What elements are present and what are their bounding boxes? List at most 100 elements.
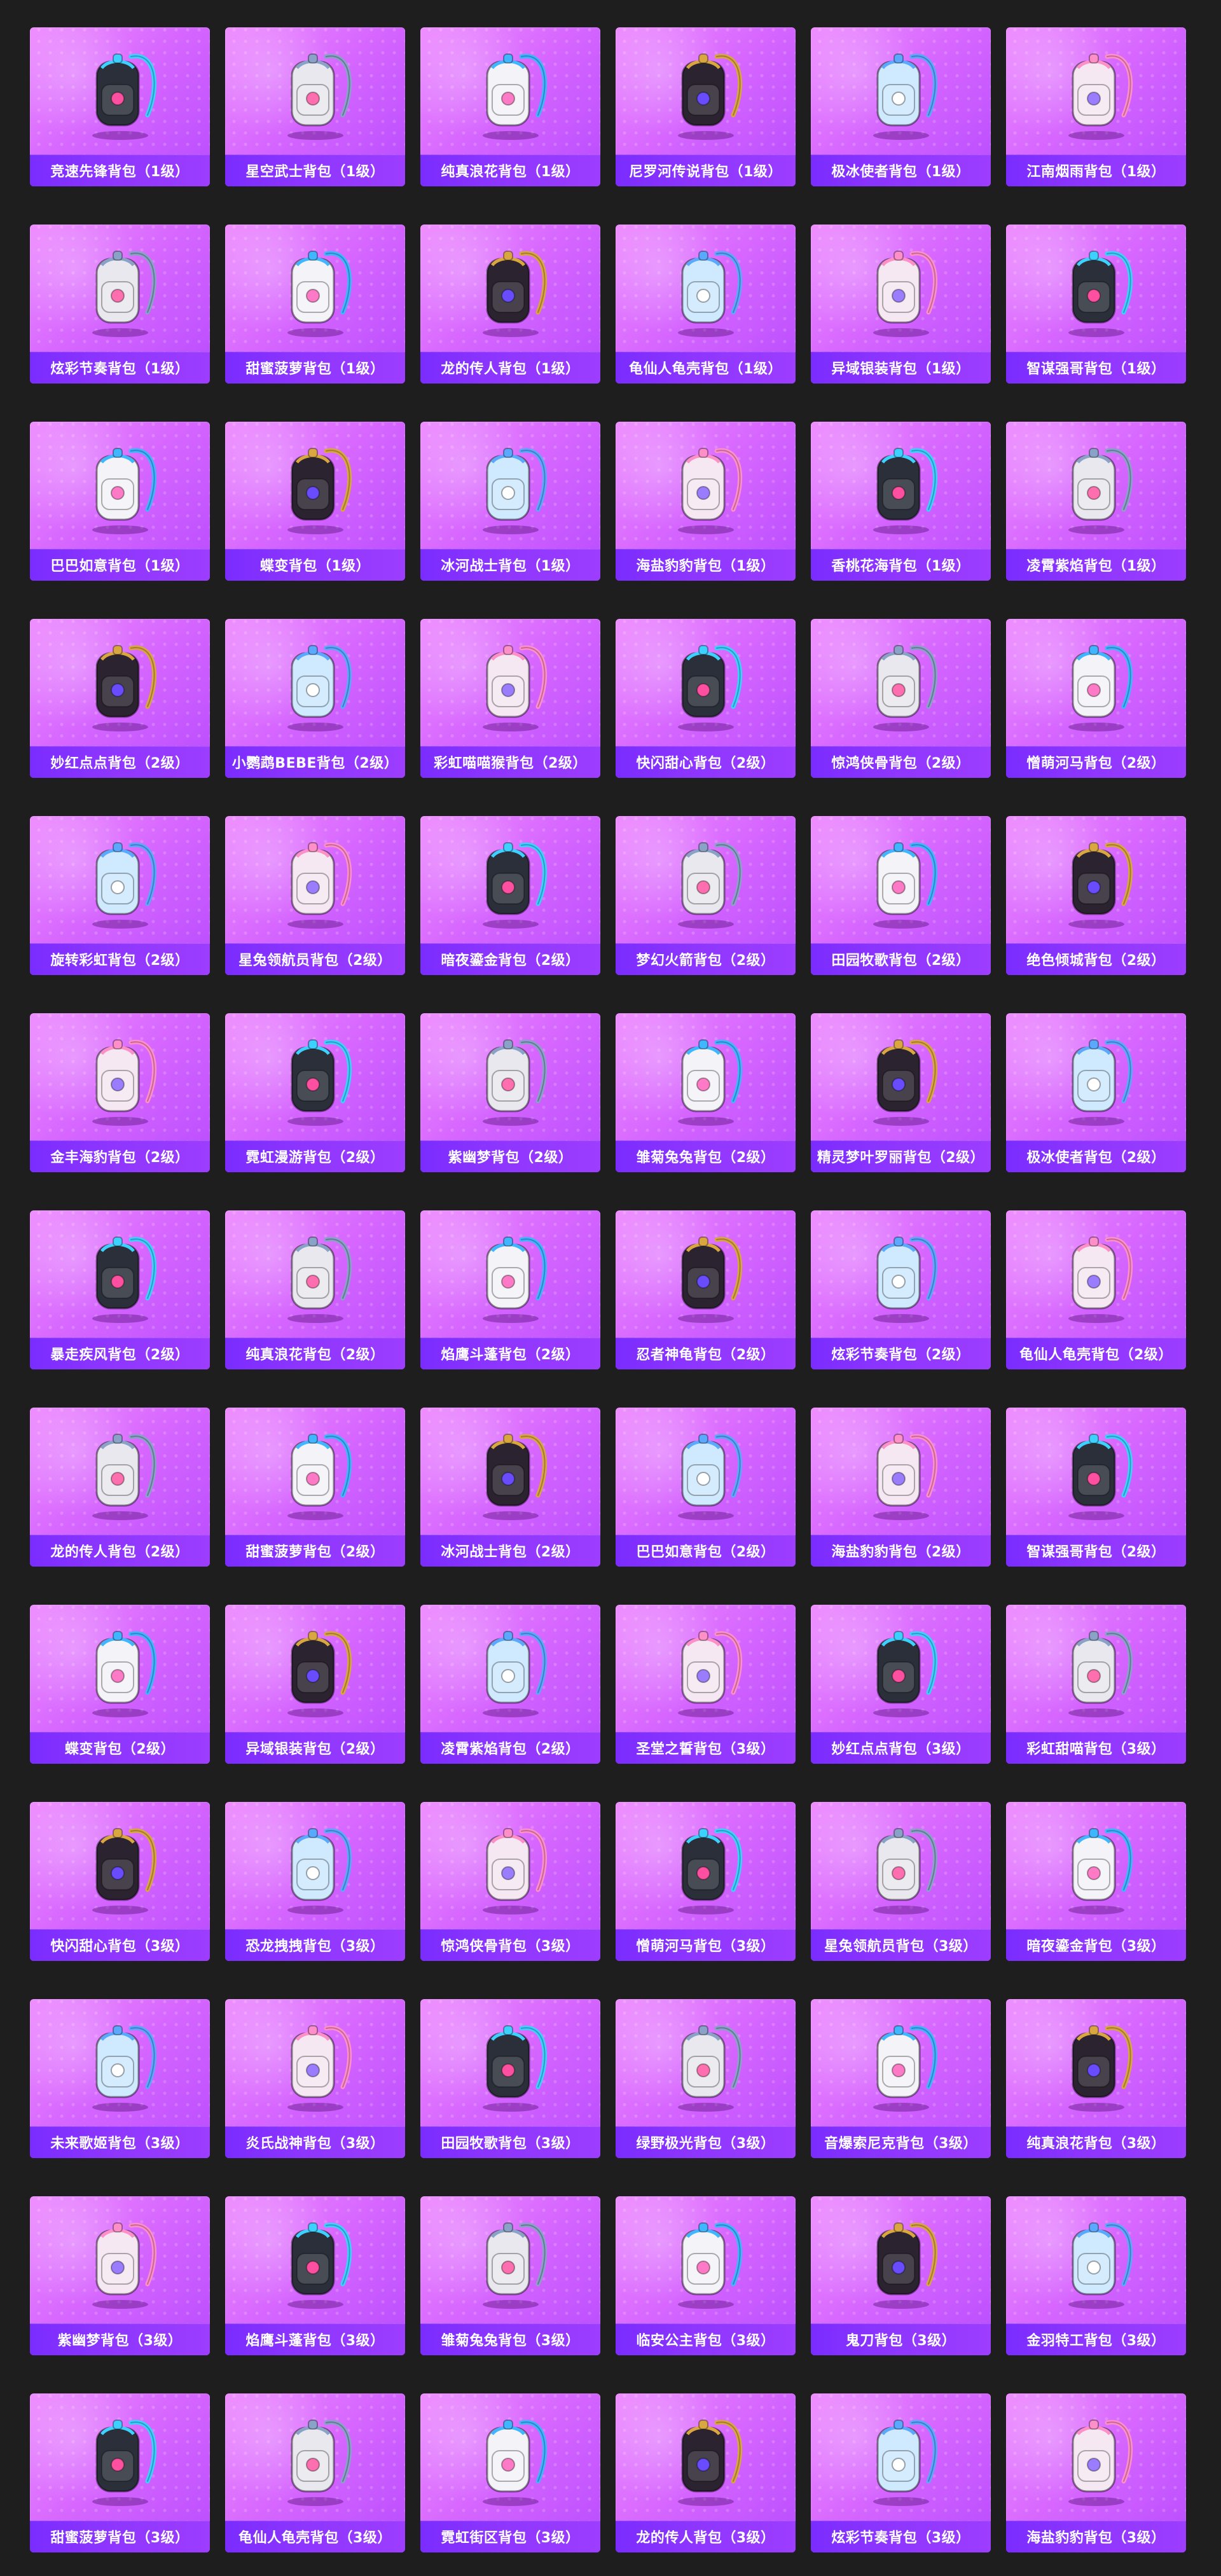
item-label-bar: 炫彩节奏背包（2级）	[811, 1338, 991, 1369]
backpack-card[interactable]: 雏菊兔兔背包（2级）	[616, 1013, 796, 1172]
backpack-card[interactable]: 极冰使者背包（1级）	[811, 27, 991, 186]
backpack-card[interactable]: 凌霄紫焰背包（2级）	[420, 1605, 600, 1764]
backpack-card[interactable]: 焰鹰斗蓬背包（3级）	[225, 2196, 405, 2355]
backpack-card[interactable]: 音爆索尼克背包（3级）	[811, 1999, 991, 2158]
backpack-card[interactable]: 龟仙人龟壳背包（1级）	[616, 225, 796, 384]
backpack-icon	[811, 1999, 991, 2126]
backpack-icon	[616, 422, 796, 549]
backpack-card[interactable]: 极冰使者背包（2级）	[1006, 1013, 1186, 1172]
item-label-bar: 纯真浪花背包（2级）	[225, 1338, 405, 1369]
backpack-card[interactable]: 快闪甜心背包（2级）	[616, 619, 796, 778]
backpack-card[interactable]: 星兔领航员背包（3级）	[811, 1802, 991, 1961]
backpack-card[interactable]: 海盐豹豹背包（1级）	[616, 422, 796, 581]
backpack-card[interactable]: 焰鹰斗蓬背包（2级）	[420, 1210, 600, 1369]
backpack-card[interactable]: 巴巴如意背包（1级）	[30, 422, 210, 581]
backpack-card[interactable]: 霓虹漫游背包（2级）	[225, 1013, 405, 1172]
item-label-bar: 恐龙拽拽背包（3级）	[225, 1929, 405, 1961]
backpack-card[interactable]: 智谋强哥背包（2级）	[1006, 1408, 1186, 1567]
backpack-card[interactable]: 龙的传人背包（3级）	[616, 2393, 796, 2552]
backpack-card[interactable]: 金丰海豹背包（2级）	[30, 1013, 210, 1172]
backpack-card[interactable]: 炫彩节奏背包（2级）	[811, 1210, 991, 1369]
backpack-card[interactable]: 竞速先锋背包（1级）	[30, 27, 210, 186]
backpack-card[interactable]: 雏菊兔兔背包（3级）	[420, 2196, 600, 2355]
backpack-card[interactable]: 蝶变背包（1级）	[225, 422, 405, 581]
backpack-card[interactable]: 炫彩节奏背包（3级）	[811, 2393, 991, 2552]
backpack-card[interactable]: 精灵梦叶罗丽背包（2级）	[811, 1013, 991, 1172]
backpack-card[interactable]: 巴巴如意背包（2级）	[616, 1408, 796, 1567]
item-label-bar: 蝶变背包（1级）	[225, 549, 405, 581]
backpack-card[interactable]: 暗夜鎏金背包（2级）	[420, 816, 600, 975]
item-name: 精灵梦叶罗丽背包（2级）	[817, 1150, 985, 1166]
backpack-card[interactable]: 妙红点点背包（3级）	[811, 1605, 991, 1764]
backpack-card[interactable]: 尼罗河传说背包（1级）	[616, 27, 796, 186]
backpack-card[interactable]: 江南烟雨背包（1级）	[1006, 27, 1186, 186]
backpack-card[interactable]: 紫幽梦背包（2级）	[420, 1013, 600, 1172]
backpack-card[interactable]: 异域银装背包（1级）	[811, 225, 991, 384]
backpack-icon	[1006, 619, 1186, 746]
item-name: 冰河战士背包（1级）	[441, 558, 580, 574]
backpack-card[interactable]: 临安公主背包（3级）	[616, 2196, 796, 2355]
item-label-bar: 纯真浪花背包（1级）	[420, 155, 600, 186]
backpack-card[interactable]: 暴走疾风背包（2级）	[30, 1210, 210, 1369]
backpack-card[interactable]: 龟仙人龟壳背包（3级）	[225, 2393, 405, 2552]
backpack-card[interactable]: 甜蜜菠萝背包（1级）	[225, 225, 405, 384]
backpack-card[interactable]: 憎萌河马背包（3级）	[616, 1802, 796, 1961]
backpack-card[interactable]: 小鹦鹉BEBE背包（2级）	[225, 619, 405, 778]
backpack-card[interactable]: 惊鸿侠骨背包（3级）	[420, 1802, 600, 1961]
backpack-card[interactable]: 龟仙人龟壳背包（2级）	[1006, 1210, 1186, 1369]
backpack-card[interactable]: 惊鸿侠骨背包（2级）	[811, 619, 991, 778]
backpack-card[interactable]: 圣堂之誓背包（3级）	[616, 1605, 796, 1764]
item-label-bar: 龙的传人背包（1级）	[420, 352, 600, 384]
backpack-card[interactable]: 海盐豹豹背包（2级）	[811, 1408, 991, 1567]
backpack-card[interactable]: 暗夜鎏金背包（3级）	[1006, 1802, 1186, 1961]
item-name: 龟仙人龟壳背包（1级）	[629, 361, 782, 377]
backpack-card[interactable]: 未来歌姬背包（3级）	[30, 1999, 210, 2158]
backpack-card[interactable]: 彩虹喵喵猴背包（2级）	[420, 619, 600, 778]
backpack-icon	[30, 27, 210, 155]
backpack-card[interactable]: 彩虹甜喵背包（3级）	[1006, 1605, 1186, 1764]
backpack-card[interactable]: 炫彩节奏背包（1级）	[30, 225, 210, 384]
backpack-card[interactable]: 纯真浪花背包（2级）	[225, 1210, 405, 1369]
item-label-bar: 龙的传人背包（3级）	[616, 2521, 796, 2552]
item-name: 龙的传人背包（3级）	[636, 2530, 775, 2546]
item-name: 香桃花海背包（1级）	[831, 558, 970, 574]
backpack-card[interactable]: 香桃花海背包（1级）	[811, 422, 991, 581]
backpack-card[interactable]: 星空武士背包（1级）	[225, 27, 405, 186]
item-label-bar: 金羽特工背包（3级）	[1006, 2323, 1186, 2355]
backpack-card[interactable]: 星兔领航员背包（2级）	[225, 816, 405, 975]
backpack-card[interactable]: 甜蜜菠萝背包（3级）	[30, 2393, 210, 2552]
backpack-card[interactable]: 龙的传人背包（2级）	[30, 1408, 210, 1567]
backpack-card[interactable]: 异域银装背包（2级）	[225, 1605, 405, 1764]
backpack-card[interactable]: 龙的传人背包（1级）	[420, 225, 600, 384]
backpack-card[interactable]: 纯真浪花背包（3级）	[1006, 1999, 1186, 2158]
backpack-card[interactable]: 旋转彩虹背包（2级）	[30, 816, 210, 975]
backpack-card[interactable]: 海盐豹豹背包（3级）	[1006, 2393, 1186, 2552]
item-name: 雏菊兔兔背包（3级）	[441, 2333, 580, 2349]
backpack-card[interactable]: 鬼刀背包（3级）	[811, 2196, 991, 2355]
backpack-card[interactable]: 绿野极光背包（3级）	[616, 1999, 796, 2158]
backpack-card[interactable]: 蝶变背包（2级）	[30, 1605, 210, 1764]
backpack-card[interactable]: 智谋强哥背包（1级）	[1006, 225, 1186, 384]
backpack-card[interactable]: 紫幽梦背包（3级）	[30, 2196, 210, 2355]
backpack-card[interactable]: 纯真浪花背包（1级）	[420, 27, 600, 186]
backpack-icon	[30, 1802, 210, 1929]
backpack-icon	[811, 619, 991, 746]
backpack-card[interactable]: 梦幻火箭背包（2级）	[616, 816, 796, 975]
item-name: 甜蜜菠萝背包（2级）	[245, 1544, 385, 1560]
backpack-card[interactable]: 霓虹街区背包（3级）	[420, 2393, 600, 2552]
backpack-card[interactable]: 冰河战士背包（2级）	[420, 1408, 600, 1567]
backpack-card[interactable]: 甜蜜菠萝背包（2级）	[225, 1408, 405, 1567]
backpack-card[interactable]: 快闪甜心背包（3级）	[30, 1802, 210, 1961]
backpack-card[interactable]: 憎萌河马背包（2级）	[1006, 619, 1186, 778]
backpack-card[interactable]: 金羽特工背包（3级）	[1006, 2196, 1186, 2355]
backpack-card[interactable]: 炎氏战神背包（3级）	[225, 1999, 405, 2158]
backpack-card[interactable]: 妙红点点背包（2级）	[30, 619, 210, 778]
backpack-card[interactable]: 田园牧歌背包（3级）	[420, 1999, 600, 2158]
item-label-bar: 焰鹰斗蓬背包（2级）	[420, 1338, 600, 1369]
backpack-card[interactable]: 恐龙拽拽背包（3级）	[225, 1802, 405, 1961]
backpack-card[interactable]: 冰河战士背包（1级）	[420, 422, 600, 581]
backpack-card[interactable]: 忍者神龟背包（2级）	[616, 1210, 796, 1369]
backpack-card[interactable]: 绝色倾城背包（2级）	[1006, 816, 1186, 975]
backpack-card[interactable]: 凌霄紫焰背包（1级）	[1006, 422, 1186, 581]
backpack-card[interactable]: 田园牧歌背包（2级）	[811, 816, 991, 975]
